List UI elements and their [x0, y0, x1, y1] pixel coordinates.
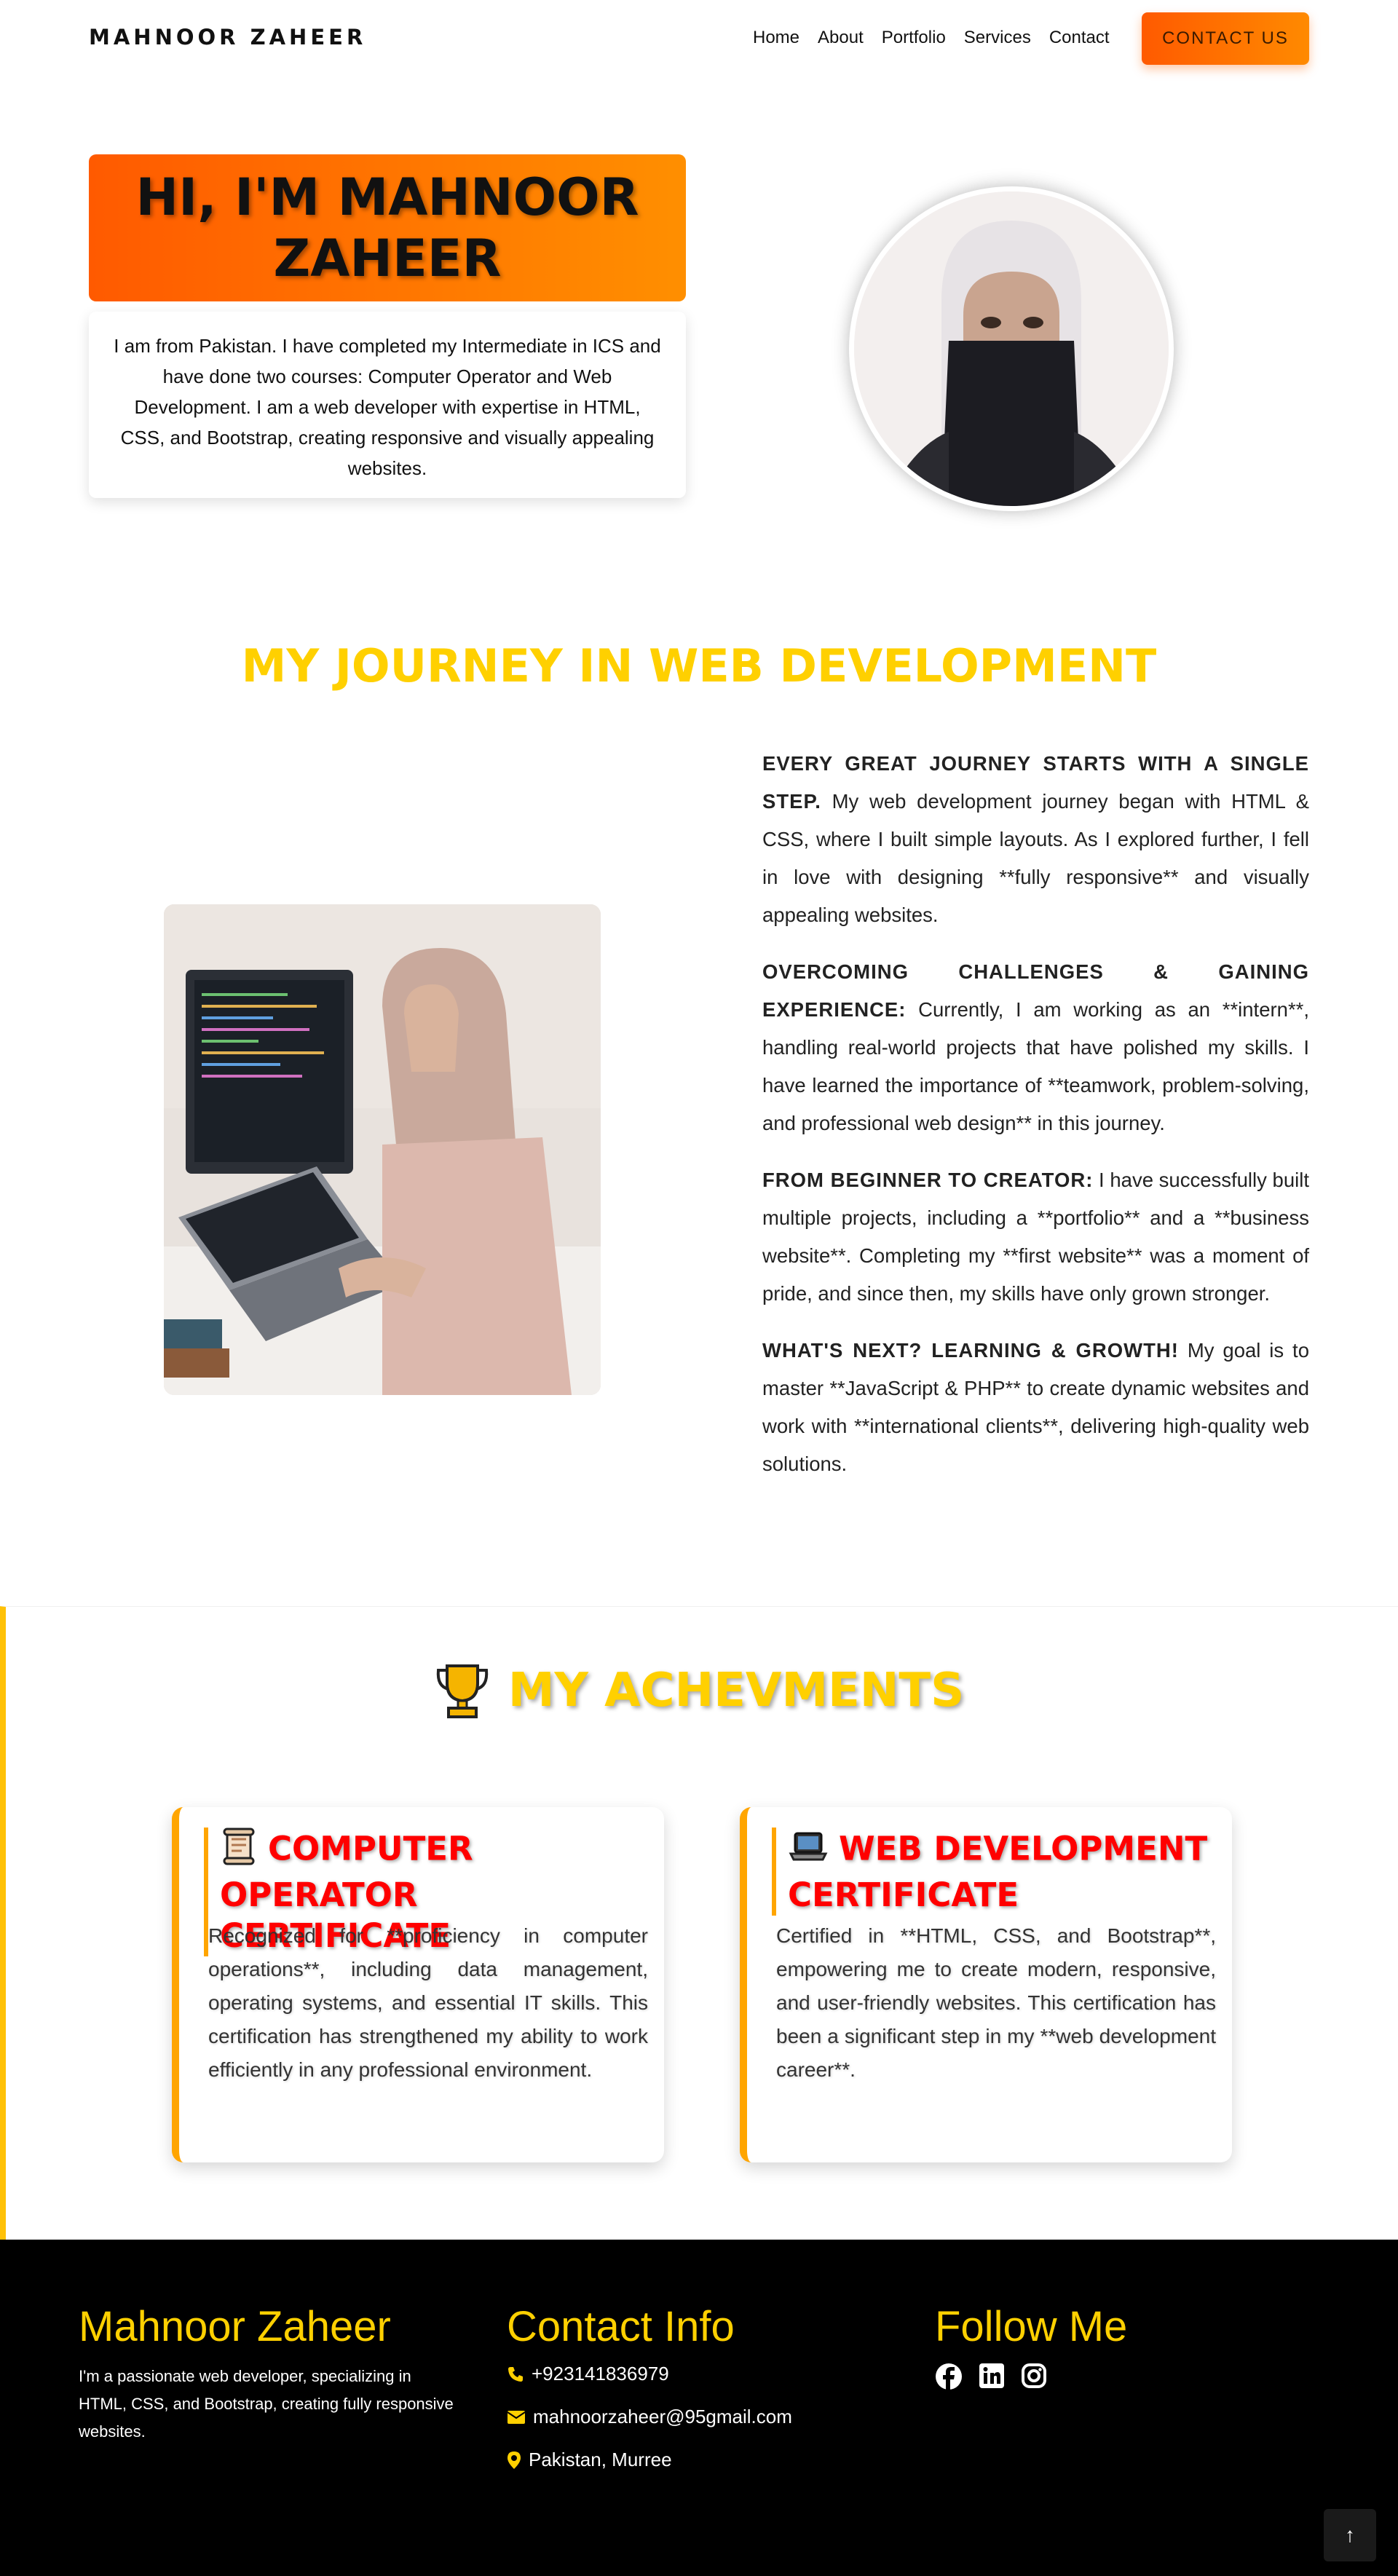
- nav-links: Home About Portfolio Services Contact: [753, 28, 1128, 48]
- navbar: MAHNOOR ZAHEER Home About Portfolio Serv…: [0, 0, 1398, 77]
- instagram-icon[interactable]: [1021, 2363, 1047, 2389]
- footer: Mahnoor Zaheer I'm a passionate web deve…: [0, 2240, 1398, 2576]
- scroll-icon: [220, 1828, 258, 1875]
- nav-link-services[interactable]: Services: [964, 28, 1031, 48]
- woman-at-computer-illustration: [164, 904, 601, 1395]
- profile-photo-illustration: [854, 191, 1169, 506]
- footer-about-text: I'm a passionate web developer, speciali…: [79, 2367, 454, 2441]
- nav-link-home[interactable]: Home: [753, 28, 799, 48]
- footer-location-text: Pakistan, Murree: [529, 2449, 672, 2470]
- footer-contact-column: Contact Info +923141836979 mahnoorzaheer…: [507, 2302, 792, 2492]
- footer-email[interactable]: mahnoorzaheer@95gmail.com: [507, 2406, 792, 2428]
- journey-paragraph-heading: WHAT'S NEXT? LEARNING & GROWTH!: [762, 1339, 1179, 1362]
- nav-link-portfolio[interactable]: Portfolio: [882, 28, 946, 48]
- achievement-card-title: WEB DEVELOPMENT CERTIFICATE: [772, 1828, 1213, 1916]
- achievement-card-text: Recognized for **proficiency in computer…: [208, 1924, 648, 2081]
- hero-title-box: HI, I'M MAHNOOR ZAHEER: [89, 154, 686, 301]
- achievements-title-text: MY ACHEVMENTS: [508, 1664, 965, 1718]
- linkedin-icon[interactable]: [979, 2363, 1005, 2389]
- footer-follow-title: Follow Me: [935, 2303, 1128, 2350]
- nav-link-about[interactable]: About: [818, 28, 864, 48]
- footer-phone-text: +923141836979: [532, 2363, 669, 2385]
- profile-photo: [849, 186, 1174, 511]
- hero-description: I am from Pakistan. I have completed my …: [89, 312, 686, 498]
- contact-us-button[interactable]: CONTACT US: [1142, 12, 1309, 65]
- journey-paragraph: OVERCOMING CHALLENGES & GAINING EXPERIEN…: [762, 953, 1309, 1142]
- journey-paragraph: EVERY GREAT JOURNEY STARTS WITH A SINGLE…: [762, 745, 1309, 934]
- journey-paragraph: FROM BEGINNER TO CREATOR: I have success…: [762, 1161, 1309, 1313]
- footer-about-column: Mahnoor Zaheer I'm a passionate web deve…: [79, 2302, 457, 2446]
- footer-location: Pakistan, Murree: [507, 2449, 792, 2471]
- social-links: [935, 2363, 1127, 2390]
- phone-icon: [508, 2366, 523, 2382]
- footer-email-text: mahnoorzaheer@95gmail.com: [533, 2406, 792, 2427]
- brand-logo[interactable]: MAHNOOR ZAHEER: [89, 25, 366, 50]
- journey-paragraph-text: My web development journey began with HT…: [762, 790, 1309, 926]
- achievement-card: WEB DEVELOPMENT CERTIFICATE Certified in…: [740, 1807, 1232, 2162]
- achievement-card-title-text: WEB DEVELOPMENT CERTIFICATE: [788, 1829, 1208, 1915]
- journey-illustration: [164, 904, 601, 1395]
- footer-name: Mahnoor Zaheer: [79, 2303, 391, 2350]
- envelope-icon: [507, 2410, 526, 2424]
- back-to-top-button[interactable]: ↑: [1324, 2509, 1376, 2561]
- journey-text: EVERY GREAT JOURNEY STARTS WITH A SINGLE…: [762, 745, 1309, 1502]
- journey-paragraph: WHAT'S NEXT? LEARNING & GROWTH! My goal …: [762, 1332, 1309, 1483]
- nav-link-contact[interactable]: Contact: [1049, 28, 1110, 48]
- footer-phone[interactable]: +923141836979: [507, 2363, 792, 2385]
- achievements-title: MY ACHEVMENTS: [0, 1662, 1398, 1720]
- journey-paragraph-heading: FROM BEGINNER TO CREATOR:: [762, 1169, 1094, 1191]
- trophy-icon: [436, 1664, 489, 1718]
- achievement-card-text: Certified in **HTML, CSS, and Bootstrap*…: [776, 1924, 1216, 2081]
- achievement-card: COMPUTER OPERATOR CERTIFICATE Recognized…: [172, 1807, 664, 2162]
- hero-title: HI, I'M MAHNOOR ZAHEER: [135, 167, 639, 288]
- laptop-icon: [788, 1828, 829, 1875]
- map-pin-icon: [508, 2451, 521, 2469]
- footer-social-column: Follow Me: [935, 2302, 1127, 2390]
- footer-contact-title: Contact Info: [507, 2303, 735, 2350]
- journey-title: MY JOURNEY IN WEB DEVELOPMENT: [241, 639, 1157, 692]
- facebook-icon[interactable]: [935, 2363, 963, 2390]
